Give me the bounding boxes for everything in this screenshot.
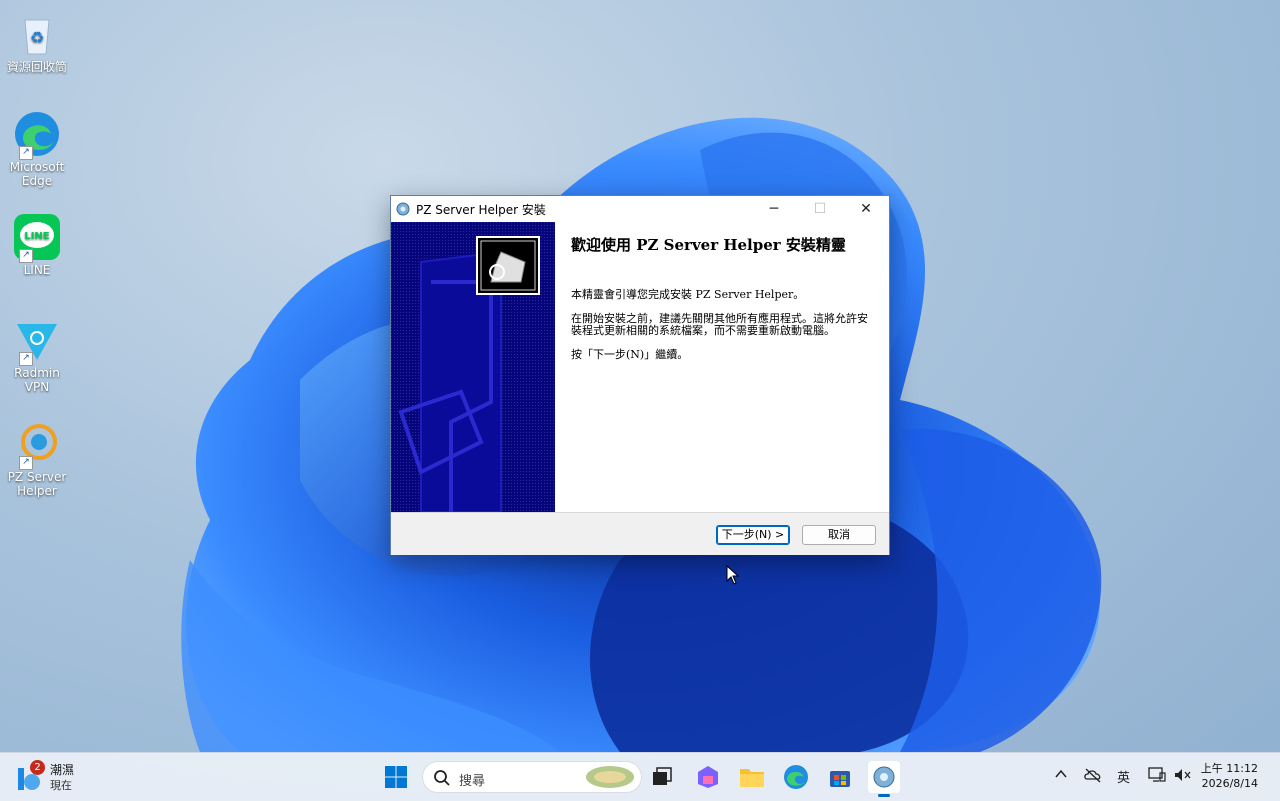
ime-indicator[interactable]: 英 xyxy=(1117,767,1130,786)
desktop-icon-line[interactable]: LINE ↗ LINE xyxy=(4,213,70,277)
weather-condition: 潮濕 xyxy=(50,763,75,777)
wizard-footer: 下一步(N) > 取消 xyxy=(391,512,889,555)
taskbar-copilot[interactable] xyxy=(692,761,724,793)
shortcut-arrow-icon: ↗ xyxy=(19,249,33,263)
start-button[interactable] xyxy=(380,761,412,793)
search-highlight-icon xyxy=(586,766,634,788)
wizard-advice-text: 在開始安裝之前，建議先關閉其他所有應用程式。這將允許安裝程式更新相關的系統檔案，… xyxy=(571,312,868,337)
taskbar-file-explorer[interactable] xyxy=(736,761,768,793)
clock-date: 2026/8/14 xyxy=(1201,777,1258,790)
shortcut-arrow-icon: ↗ xyxy=(19,352,33,366)
wizard-heading: 歡迎使用 PZ Server Helper 安裝精靈 xyxy=(571,236,846,254)
close-button[interactable]: ✕ xyxy=(843,196,889,222)
store-icon xyxy=(830,771,850,787)
desktop-icon-label: PZ Server Helper xyxy=(7,470,67,498)
mouse-cursor-icon xyxy=(726,565,740,585)
system-clock[interactable]: 上午 11:12 2026/8/14 xyxy=(1201,761,1258,791)
cancel-button[interactable]: 取消 xyxy=(802,525,876,545)
taskbar-search[interactable]: 搜尋 xyxy=(422,761,642,793)
active-app-indicator xyxy=(878,794,890,797)
desktop-icon-label: LINE xyxy=(23,263,51,277)
taskbar: 2 潮濕 現在 搜尋 英 上午 11:12 2026/8/14 xyxy=(0,752,1280,801)
folder-icon xyxy=(740,769,764,787)
desktop-icon-pz-server-helper[interactable]: ↗ PZ Server Helper xyxy=(4,420,70,498)
taskbar-store[interactable] xyxy=(824,761,856,793)
tray-overflow-chevron-icon[interactable] xyxy=(1054,767,1068,781)
installer-dialog: PZ Server Helper 安裝 ─ ☐ ✕ 歡迎使用 PZ Server… xyxy=(390,195,890,555)
weather-badge: 2 xyxy=(30,760,45,775)
shortcut-arrow-icon: ↗ xyxy=(19,456,33,470)
wizard-continue-text: 按「下一步(N)」繼續。 xyxy=(571,348,689,361)
edge-icon: ↗ xyxy=(13,110,61,160)
volume-muted-icon[interactable] xyxy=(1174,767,1192,783)
network-icon[interactable] xyxy=(1148,767,1166,783)
weather-time: 現在 xyxy=(50,779,72,792)
desktop-icon-label: Microsoft Edge xyxy=(9,160,65,188)
weather-widget[interactable]: 2 潮濕 現在 xyxy=(14,760,94,794)
desktop-icon-microsoft-edge[interactable]: ↗ Microsoft Edge xyxy=(4,110,70,188)
recycle-bin-icon: ♻ xyxy=(13,10,61,58)
svg-text:♻: ♻ xyxy=(30,28,44,47)
taskbar-task-view[interactable] xyxy=(646,761,678,793)
radmin-vpn-icon: ↗ xyxy=(13,316,61,366)
installer-app-icon xyxy=(396,202,410,216)
shortcut-arrow-icon: ↗ xyxy=(19,146,33,160)
desktop-icon-radmin-vpn[interactable]: ↗ Radmin VPN xyxy=(4,316,70,394)
pz-server-helper-icon: ↗ xyxy=(13,420,61,470)
desktop-icon-recycle-bin[interactable]: ♻ 資源回收筒 xyxy=(4,10,70,74)
next-button[interactable]: 下一步(N) > xyxy=(716,525,790,545)
svg-text:LINE: LINE xyxy=(24,231,49,242)
installer-app-icon xyxy=(873,766,895,788)
windows-logo-icon xyxy=(385,766,407,788)
line-icon: LINE ↗ xyxy=(13,213,61,263)
wizard-intro-text: 本精靈會引導您完成安裝 PZ Server Helper。 xyxy=(571,288,805,301)
search-placeholder: 搜尋 xyxy=(459,774,486,789)
dialog-title: PZ Server Helper 安裝 xyxy=(416,202,546,217)
desktop-icon-label: 資源回收筒 xyxy=(6,60,67,74)
task-view-icon xyxy=(653,767,672,785)
desktop-icon-label: Radmin VPN xyxy=(14,366,60,394)
onedrive-offline-icon[interactable] xyxy=(1084,767,1102,783)
taskbar-installer-active[interactable] xyxy=(868,761,900,797)
clock-time: 上午 11:12 xyxy=(1200,762,1258,775)
edge-icon xyxy=(784,765,808,789)
wizard-content: 歡迎使用 PZ Server Helper 安裝精靈 本精靈會引導您完成安裝 P… xyxy=(571,234,871,373)
search-icon xyxy=(434,770,450,786)
taskbar-edge[interactable] xyxy=(780,761,812,793)
wizard-side-banner xyxy=(391,222,555,512)
maximize-button: ☐ xyxy=(813,201,827,217)
dialog-titlebar[interactable]: PZ Server Helper 安裝 ─ ☐ ✕ xyxy=(391,196,889,222)
wizard-banner-art xyxy=(391,222,555,512)
copilot-icon xyxy=(698,766,718,788)
minimize-button[interactable]: ─ xyxy=(751,196,797,222)
